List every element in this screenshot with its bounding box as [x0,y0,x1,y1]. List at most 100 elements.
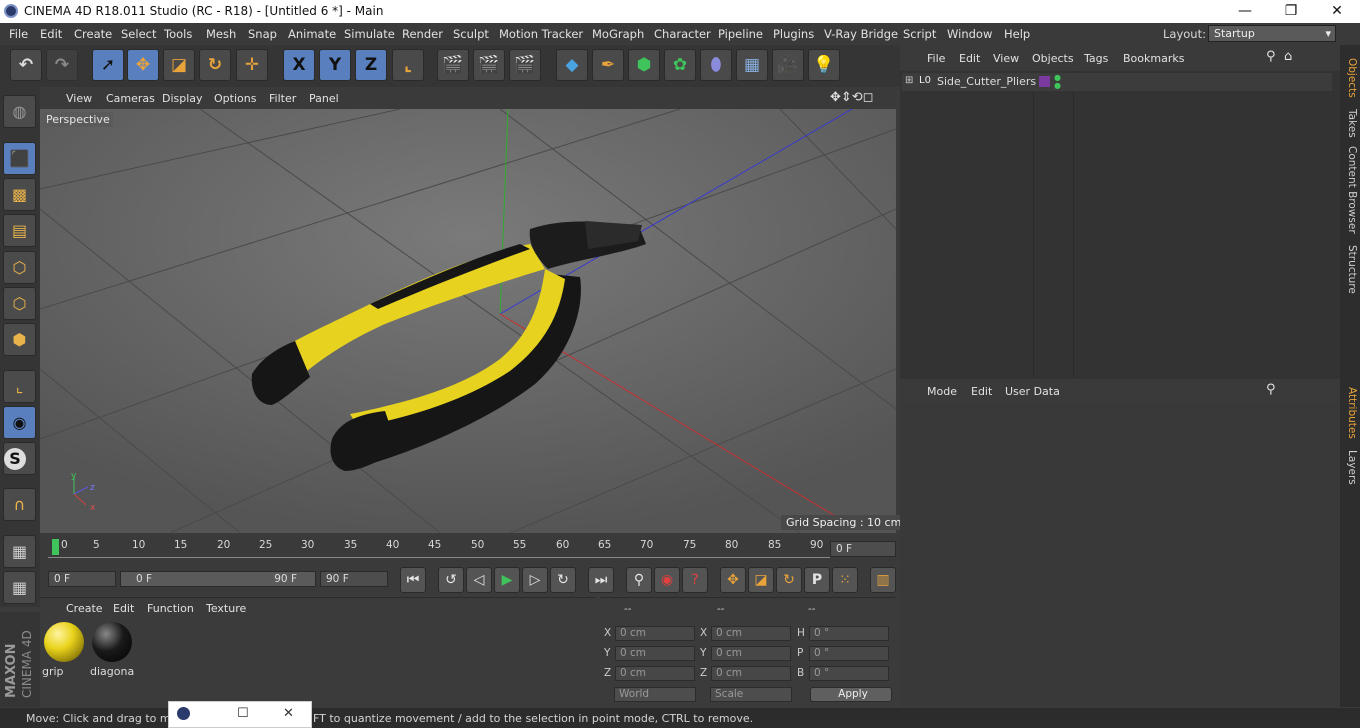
move-tool-button[interactable]: ✥ [127,49,159,81]
array-button[interactable]: ✿ [664,49,696,81]
viewport-menu-options[interactable]: Options [214,92,256,105]
material-menu-create[interactable]: Create [66,602,103,615]
subdivision-button[interactable]: ⬢ [628,49,660,81]
playhead[interactable] [52,539,59,555]
position-y-field[interactable]: 0 cm [615,646,695,661]
minimize-button[interactable]: — [1222,0,1268,23]
previous-frame-button[interactable]: ◁ [466,567,492,593]
material-menu-texture[interactable]: Texture [206,602,246,615]
tab-layers[interactable]: Layers [1342,447,1358,487]
tab-content-browser[interactable]: Content Browser [1342,145,1358,235]
undo-button[interactable]: ↶ [10,49,42,81]
polygons-mode-button[interactable]: ⬢ [3,323,36,356]
material-diagonal[interactable]: diagona [90,620,134,678]
tab-attributes[interactable]: Attributes [1342,385,1358,441]
material-grip[interactable]: grip [42,620,86,678]
size-x-field[interactable]: 0 cm [711,626,791,641]
key-pla-button[interactable]: ⁙ [832,567,858,593]
tab-structure[interactable]: Structure [1342,243,1358,295]
viewport-navigate-icons[interactable]: ✥⇕⟲◻ [830,90,873,105]
position-x-field[interactable]: 0 cm [615,626,695,641]
next-frame-button[interactable]: ▷ [522,567,548,593]
tab-takes[interactable]: Takes [1342,105,1358,141]
menu-mesh[interactable]: Mesh [206,27,236,41]
coordinate-system-button[interactable]: ⌞ [392,49,424,81]
play-button[interactable]: ▶ [494,567,520,593]
menu-select[interactable]: Select [121,27,156,41]
menu-vray-bridge[interactable]: V-Ray Bridge [824,27,898,41]
material-menu-edit[interactable]: Edit [113,602,134,615]
menu-mograph[interactable]: MoGraph [592,27,644,41]
recent-tool-button[interactable]: ✛ [236,49,268,81]
solo-button[interactable]: S [3,442,36,475]
menu-animate[interactable]: Animate [288,27,336,41]
layout-select[interactable]: Startup ▾ [1208,25,1336,42]
viewport-menu-panel[interactable]: Panel [309,92,339,105]
visibility-dots-icon[interactable]: ● ● [1054,74,1061,90]
maximize-button[interactable]: ❐ [1268,0,1314,23]
make-editable-button[interactable]: ◍ [3,95,36,128]
search-icon[interactable]: ⚲ [1266,49,1276,64]
model-mode-button[interactable]: ⬛ [3,142,36,175]
search-icon[interactable]: ⚲ [1266,382,1276,397]
tweak-mode-button[interactable]: ◉ [3,406,36,439]
end-frame-field[interactable]: 90 F [320,571,388,587]
menu-pipeline[interactable]: Pipeline [718,27,763,41]
live-selection-button[interactable]: ➚ [92,49,124,81]
tab-objects[interactable]: Objects [1342,53,1358,103]
menu-plugins[interactable]: Plugins [773,27,814,41]
viewport-perspective[interactable]: y z x [40,109,896,533]
keyframe-selection-button[interactable]: ? [682,567,708,593]
menu-motion-tracker[interactable]: Motion Tracker [499,27,583,41]
menu-create[interactable]: Create [74,27,112,41]
menu-window[interactable]: Window [947,27,992,41]
attributes-menu-edit[interactable]: Edit [971,385,992,398]
deformer-button[interactable]: ⬮ [700,49,732,81]
axis-mode-button[interactable]: ⌞ [3,370,36,403]
y-axis-button[interactable]: Y [319,49,351,81]
layer-color-icon[interactable] [1039,76,1050,87]
expand-icon[interactable]: ⊞ [905,75,913,86]
floor-button[interactable]: ▦ [736,49,768,81]
viewport-menu-display[interactable]: Display [162,92,203,105]
redo-button[interactable]: ↷ [46,49,78,81]
menu-simulate[interactable]: Simulate [344,27,395,41]
frame-range-slider[interactable]: 0 F 90 F [120,571,316,587]
texture-mode-button[interactable]: ▩ [3,178,36,211]
key-parameter-button[interactable]: P [804,567,830,593]
objects-menu-view[interactable]: View [993,52,1019,65]
timeline-ruler[interactable]: 0 5 10 15 20 25 30 35 40 45 50 55 60 65 … [40,535,900,565]
rotation-h-field[interactable]: 0 ° [809,626,889,641]
viewport-menu-view[interactable]: View [66,92,92,105]
menu-edit[interactable]: Edit [40,27,62,41]
viewport-menu-cameras[interactable]: Cameras [106,92,155,105]
apply-button[interactable]: Apply [810,687,892,702]
coordinate-space-select[interactable]: World [614,687,696,702]
objects-menu-edit[interactable]: Edit [959,52,980,65]
snap-button[interactable]: ∩ [3,488,36,521]
menu-sculpt[interactable]: Sculpt [453,27,489,41]
light-button[interactable]: 💡 [808,49,840,81]
close-button[interactable]: ✕ [1314,0,1360,23]
size-z-field[interactable]: 0 cm [711,666,791,681]
material-menu-function[interactable]: Function [147,602,194,615]
go-to-end-button[interactable]: ⏭ [588,567,614,593]
workplane-button[interactable]: ▤ [3,214,36,247]
close-icon[interactable]: ✕ [283,706,294,721]
go-to-start-button[interactable]: ⏮ [400,567,426,593]
z-axis-button[interactable]: Z [355,49,387,81]
points-mode-button[interactable]: ⬡ [3,251,36,284]
render-view-button[interactable]: 🎬 [437,49,469,81]
current-frame-field[interactable]: 0 F [830,541,896,557]
objects-menu-objects[interactable]: Objects [1032,52,1074,65]
menu-tools[interactable]: Tools [164,27,192,41]
scale-tool-button[interactable]: ◪ [163,49,195,81]
rotation-p-field[interactable]: 0 ° [809,646,889,661]
viewport-menu-filter[interactable]: Filter [269,92,296,105]
rotation-b-field[interactable]: 0 ° [809,666,889,681]
objects-menu-bookmarks[interactable]: Bookmarks [1123,52,1184,65]
home-icon[interactable]: ⌂ [1284,49,1292,64]
x-axis-button[interactable]: X [283,49,315,81]
render-picture-viewer-button[interactable]: 🎬 [473,49,505,81]
objects-menu-file[interactable]: File [927,52,945,65]
